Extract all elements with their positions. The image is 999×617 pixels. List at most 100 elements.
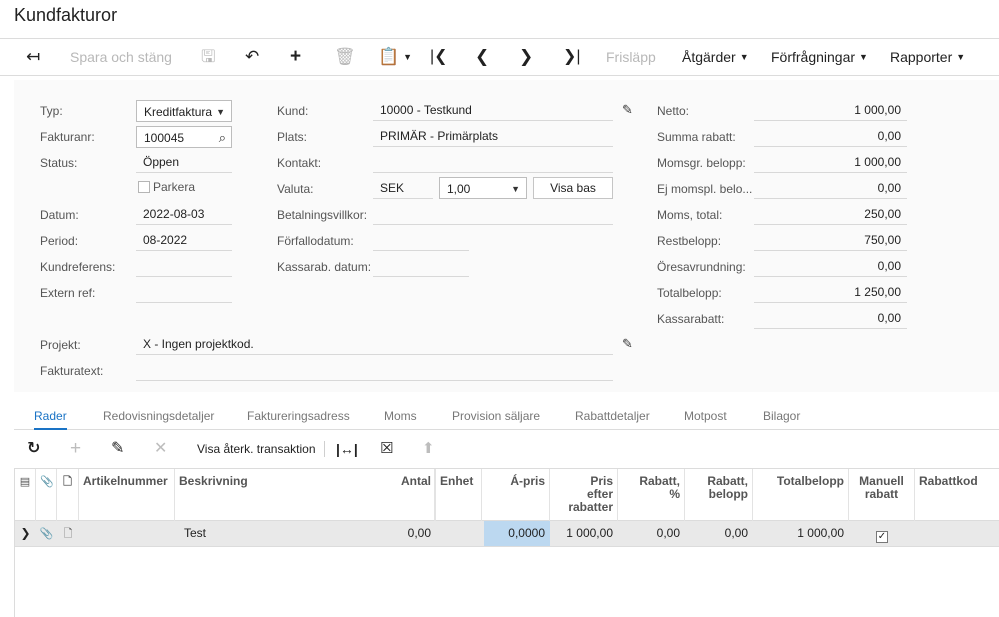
manuell-rabatt-checkbox[interactable]: ✓	[876, 531, 888, 543]
inquiries-menu[interactable]: Förfrågningar ▼	[771, 39, 868, 75]
col-totalbelopp[interactable]: Totalbelopp	[753, 469, 849, 521]
lines-grid: ▤ 📎 🗋 Artikelnummer Beskrivning Antal En…	[14, 468, 999, 617]
upload-icon[interactable]: ⬆	[422, 432, 435, 466]
plus-icon[interactable]: +	[290, 39, 301, 75]
kontakt-label: Kontakt:	[277, 156, 322, 170]
trash-icon[interactable]: 🗑	[334, 39, 356, 75]
summary-label: Kassarabatt:	[657, 312, 725, 326]
save-close-button[interactable]: Spara och stäng	[70, 39, 172, 75]
kurs-select[interactable]: 1,00 ▼	[439, 177, 527, 199]
tab-bilagor[interactable]: Bilagor	[763, 403, 800, 430]
row-attachment-icon[interactable]: 📎	[36, 521, 57, 546]
table-row[interactable]: ❯ 📎 🗋 Test 0,00 0,0000 1 000,00 0,00 0,0…	[15, 521, 999, 547]
fakturanr-label: Fakturanr:	[40, 130, 95, 144]
chevron-down-icon: ▼	[859, 52, 868, 62]
edit-customer-icon[interactable]: ✎	[622, 102, 633, 118]
note-icon: 🗋	[57, 469, 79, 521]
summary-label: Netto:	[657, 104, 690, 118]
tab-faktureringsadress[interactable]: Faktureringsadress	[247, 403, 350, 430]
undo-icon[interactable]: ↶	[245, 39, 259, 75]
col-manuell-rabatt[interactable]: Manuell rabatt	[849, 469, 915, 521]
tab-rabattdetaljer[interactable]: Rabattdetaljer	[575, 403, 650, 430]
summary-label: Restbelopp:	[657, 234, 722, 248]
save-icon[interactable]: 🖫	[201, 39, 215, 75]
datum-input[interactable]: 2022-08-03	[136, 203, 232, 225]
col-rabatt-belopp[interactable]: Rabatt, belopp	[685, 469, 753, 521]
delete-row-icon[interactable]: ✕	[154, 432, 167, 466]
cell-pris-efter-rabatter[interactable]: 1 000,00	[550, 521, 618, 546]
kund-label: Kund:	[277, 104, 309, 118]
excel-export-icon[interactable]: ☒	[380, 432, 393, 466]
plats-input[interactable]: PRIMÄR - Primärplats	[373, 125, 613, 147]
first-page-icon[interactable]: |❮	[430, 39, 448, 75]
summary-label: Moms, total:	[657, 208, 723, 222]
cell-rabatt-belopp[interactable]: 0,00	[685, 521, 753, 546]
cell-totalbelopp[interactable]: 1 000,00	[753, 521, 849, 546]
forfallodatum-input[interactable]	[373, 229, 469, 251]
search-icon[interactable]: ⌕	[219, 127, 226, 147]
col-a-pris[interactable]: Á-pris	[482, 469, 550, 521]
col-pris-efter-rabatter[interactable]: Pris efter rabatter	[550, 469, 618, 521]
back-arrow-icon[interactable]: ↤	[26, 39, 40, 75]
projekt-input[interactable]: X - Ingen projektkod.	[136, 333, 613, 355]
add-row-icon[interactable]: +	[70, 432, 81, 466]
row-selector-icon[interactable]: ❯	[15, 521, 36, 546]
cell-antal[interactable]: 0,00	[370, 521, 436, 546]
cell-rabatt-procent[interactable]: 0,00	[618, 521, 685, 546]
fakturatext-input[interactable]	[136, 359, 613, 381]
cell-artikelnummer[interactable]	[79, 521, 175, 546]
clipboard-icon[interactable]: 📋 ▼	[378, 39, 412, 75]
edit-project-icon[interactable]: ✎	[622, 336, 633, 352]
cell-manuell-rabatt[interactable]: ✓	[849, 521, 915, 546]
tab-rader[interactable]: Rader	[34, 403, 67, 430]
fakturatext-label: Fakturatext:	[40, 364, 104, 378]
refresh-icon[interactable]: ↻	[27, 432, 40, 466]
tab-moms[interactable]: Moms	[384, 403, 417, 430]
tab-motpost[interactable]: Motpost	[684, 403, 727, 430]
period-input[interactable]: 08-2022	[136, 229, 232, 251]
visa-bas-button[interactable]: Visa bas	[533, 177, 613, 199]
reports-menu[interactable]: Rapporter ▼	[890, 39, 965, 75]
kontakt-input[interactable]	[373, 151, 613, 173]
kundreferens-input[interactable]	[136, 255, 232, 277]
fit-columns-icon[interactable]: |↔|	[336, 432, 358, 466]
kassarab-datum-input[interactable]	[373, 255, 469, 277]
previous-icon[interactable]: ❮	[475, 39, 489, 75]
summary-label: Öresavrundning:	[657, 260, 746, 274]
fakturanr-input[interactable]: 100045 ⌕	[136, 126, 232, 148]
release-button[interactable]: Frisläpp	[606, 39, 656, 75]
kund-input[interactable]: 10000 - Testkund	[373, 99, 613, 121]
summary-value: 1 250,00	[754, 281, 907, 303]
summary-value: 0,00	[754, 177, 907, 199]
col-enhet[interactable]: Enhet	[436, 469, 482, 521]
cell-enhet[interactable]	[436, 521, 482, 546]
next-icon[interactable]: ❯	[519, 39, 533, 75]
extern-ref-label: Extern ref:	[40, 286, 96, 300]
grid-toolbar: ↻ + ✎ ✕ Visa återk. transaktion |↔| ☒ ⬆	[14, 432, 999, 466]
last-page-icon[interactable]: ❯|	[563, 39, 581, 75]
datum-label: Datum:	[40, 208, 79, 222]
col-artikelnummer[interactable]: Artikelnummer	[79, 469, 175, 521]
tab-redovisningsdetaljer[interactable]: Redovisningsdetaljer	[103, 403, 214, 430]
edit-row-icon[interactable]: ✎	[111, 432, 124, 466]
col-rabatt-procent[interactable]: Rabatt, %	[618, 469, 685, 521]
show-recurring-transaction-button[interactable]: Visa återk. transaktion	[197, 432, 316, 466]
col-rabattkod[interactable]: Rabattkod	[915, 469, 999, 521]
projekt-label: Projekt:	[40, 338, 81, 352]
cell-rabattkod[interactable]	[915, 521, 999, 546]
actions-menu[interactable]: Åtgärder ▼	[682, 39, 749, 75]
summary-value: 250,00	[754, 203, 907, 225]
valuta-input[interactable]: SEK	[373, 177, 433, 199]
cell-a-pris[interactable]: 0,0000	[484, 521, 550, 546]
typ-select[interactable]: Kreditfaktura ▼	[136, 100, 232, 122]
betalningsvillkor-input[interactable]	[373, 203, 613, 225]
col-antal[interactable]: Antal	[370, 469, 436, 521]
parkera-label: Parkera	[153, 180, 196, 194]
parkera-checkbox[interactable]	[138, 181, 150, 193]
cell-beskrivning[interactable]: Test	[179, 521, 369, 546]
tab-provision-saljare[interactable]: Provision säljare	[452, 403, 540, 430]
detail-tabs: Rader Redovisningsdetaljer Faktureringsa…	[14, 403, 999, 430]
toolbar-divider	[324, 441, 325, 457]
row-note-icon[interactable]: 🗋	[57, 521, 79, 546]
extern-ref-input[interactable]	[136, 281, 232, 303]
